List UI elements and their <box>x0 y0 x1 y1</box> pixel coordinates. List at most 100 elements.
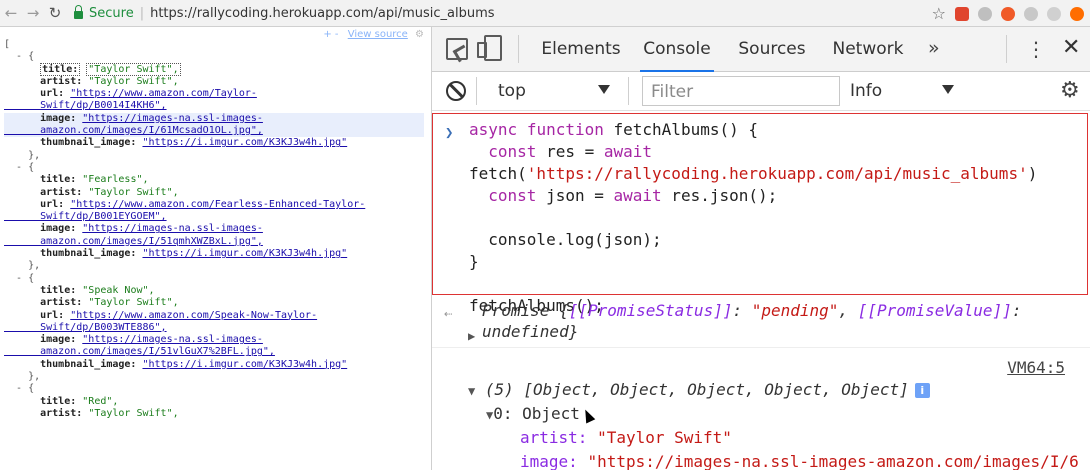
object-0-row[interactable]: ▼0: Object <box>486 403 580 426</box>
json-line: }, <box>4 260 41 272</box>
close-icon[interactable]: ✕ <box>1062 35 1080 60</box>
json-line: title: "Red", <box>40 395 119 407</box>
json-line: url: "https://www.amazon.com/Taylor- <box>40 88 257 100</box>
tab-console[interactable]: Console <box>640 27 714 72</box>
divider <box>518 35 519 63</box>
extension-icon[interactable] <box>1047 6 1061 21</box>
console-filterbar: top Filter Info ⚙ <box>432 72 1090 111</box>
json-line: url: "https://www.amazon.com/Fearless-En… <box>40 198 366 210</box>
json-line: thumbnail_image: "https://i.imgur.com/K3… <box>40 358 348 370</box>
console-output: ❯ async function fetchAlbums() { const r… <box>432 111 1090 470</box>
back-arrow-icon[interactable]: ← <box>0 4 22 22</box>
extension-icon[interactable] <box>1024 6 1038 21</box>
divider <box>476 77 477 105</box>
json-line: artist: "Taylor Swift", <box>40 407 179 419</box>
json-line: amazon.com/images/I/51vlGuX7%2BFL.jpg", <box>4 346 275 358</box>
json-line: url: "https://www.amazon.com/Speak-Now-T… <box>40 309 318 321</box>
console-result-row: ⇠ ▶ Promise {[[PromiseStatus]]: "pending… <box>432 297 1090 348</box>
json-line: image: "https://images-na.ssl-images- <box>4 112 424 126</box>
tab-sources[interactable]: Sources <box>734 27 810 71</box>
json-line: - { <box>4 51 35 63</box>
code-line: async function fetchAlbums() { <box>469 120 758 139</box>
property-artist: artist: "Taylor Swift" <box>520 427 732 449</box>
device-toolbar-icon[interactable] <box>477 35 502 61</box>
info-icon[interactable]: i <box>914 383 930 398</box>
json-line: image: "https://images-na.ssl-images- <box>40 334 263 346</box>
mouse-cursor-icon <box>580 407 596 424</box>
extension-icon[interactable] <box>1070 6 1084 21</box>
json-line: amazon.com/images/I/61McsadO1OL.jpg", <box>4 125 424 138</box>
expanded-triangle-icon[interactable]: ▼ <box>468 384 475 398</box>
promise-line-1: Promise {[[PromiseStatus]]: "pending", [… <box>482 301 1022 320</box>
console-code: async function fetchAlbums() { const res… <box>469 119 1037 317</box>
kebab-menu-icon[interactable]: ⋮ <box>1026 37 1046 61</box>
return-arrow-icon: ⇠ <box>444 306 453 322</box>
json-line: Swift/dp/B0014I4KH6", <box>4 100 167 112</box>
json-line: image: "https://images-na.ssl-images- <box>40 223 263 235</box>
filter-input[interactable]: Filter <box>642 76 840 106</box>
tab-elements[interactable]: Elements <box>538 27 624 71</box>
json-line: title: "Taylor Swift", <box>40 62 181 76</box>
filter-placeholder: Filter <box>651 82 694 102</box>
chevron-down-icon[interactable] <box>942 85 954 94</box>
json-line: artist: "Taylor Swift", <box>40 75 179 87</box>
prompt-chevron-icon: ❯ <box>445 125 454 141</box>
object-0-label: 0: Object <box>493 404 580 423</box>
json-line: thumbnail_image: "https://i.imgur.com/K3… <box>40 137 348 149</box>
promise-result[interactable]: Promise {[[PromiseStatus]]: "pending", [… <box>482 300 1021 342</box>
divider <box>1006 35 1007 63</box>
extension-icon[interactable] <box>978 6 992 21</box>
log-level-selector[interactable]: Info <box>850 81 882 101</box>
address-bar[interactable]: https://rallycoding.herokuapp.com/api/mu… <box>150 6 494 21</box>
json-viewer: + - View source ⚙ [ - { title: "Taylor S… <box>0 27 430 470</box>
expand-triangle-icon[interactable]: ▶ <box>468 325 475 347</box>
json-line: artist: "Taylor Swift", <box>40 297 179 309</box>
source-link[interactable]: VM64:5 <box>1007 357 1065 379</box>
json-line: - { <box>4 161 35 173</box>
json-line: }, <box>4 149 41 161</box>
property-image: image: "https://images-na.ssl-images-ama… <box>520 451 1079 470</box>
property-value: "https://images-na.ssl-images-amazon.com… <box>587 452 1079 470</box>
code-line: const json = await res.json(); <box>488 186 778 205</box>
extension-icon[interactable] <box>1001 6 1015 21</box>
array-summary: (5) [Object, Object, Object, Object, Obj… <box>484 380 909 399</box>
json-line: - { <box>4 272 35 284</box>
devtools-tabbar: Elements Console Sources Network » ⋮ ✕ <box>432 27 1090 72</box>
code-line: fetch('https://rallycoding.herokuapp.com… <box>469 164 1038 183</box>
code-line: const res = await <box>488 142 653 161</box>
settings-gear-icon[interactable]: ⚙ <box>1060 78 1080 103</box>
chevron-down-icon[interactable] <box>598 85 610 94</box>
context-selector[interactable]: top <box>498 81 526 101</box>
property-key: image: <box>520 452 578 470</box>
extensions-area: ☆ <box>932 4 1084 23</box>
promise-line-2: undefined} <box>482 322 579 341</box>
inspect-element-icon[interactable] <box>446 38 468 60</box>
json-line: Swift/dp/B001EYGOEM", <box>4 211 167 223</box>
bookmark-star-icon[interactable]: ☆ <box>932 4 946 23</box>
forward-arrow-icon[interactable]: → <box>22 4 44 22</box>
json-line: thumbnail_image: "https://i.imgur.com/K3… <box>40 248 348 260</box>
property-value: "Taylor Swift" <box>597 428 732 447</box>
console-input-entry[interactable]: ❯ async function fetchAlbums() { const r… <box>432 113 1088 315</box>
reload-icon[interactable]: ↻ <box>44 4 66 22</box>
json-line: - { <box>4 383 35 395</box>
json-line: [ <box>4 39 11 50</box>
browser-toolbar: ← → ↻ Secure | https://rallycoding.herok… <box>0 0 1090 27</box>
code-line: } <box>469 252 479 271</box>
array-log-row[interactable]: ▼ (5) [Object, Object, Object, Object, O… <box>468 379 930 402</box>
secure-label: Secure <box>89 5 134 21</box>
json-line: amazon.com/images/I/51qmhXWZBxL.jpg", <box>4 235 263 247</box>
json-line: title: "Speak Now", <box>40 284 155 296</box>
json-line: Swift/dp/B003WTE886", <box>4 321 167 333</box>
more-tabs-button[interactable]: » <box>928 37 940 59</box>
lock-icon <box>74 5 83 19</box>
url-divider: | <box>139 5 145 21</box>
clear-console-icon[interactable] <box>446 81 466 101</box>
extension-icon[interactable] <box>955 6 969 21</box>
json-line: artist: "Taylor Swift", <box>40 186 179 198</box>
json-line: title: "Fearless", <box>40 174 149 186</box>
property-key: artist: <box>520 428 588 447</box>
tab-network[interactable]: Network <box>826 27 910 71</box>
divider <box>628 77 629 105</box>
